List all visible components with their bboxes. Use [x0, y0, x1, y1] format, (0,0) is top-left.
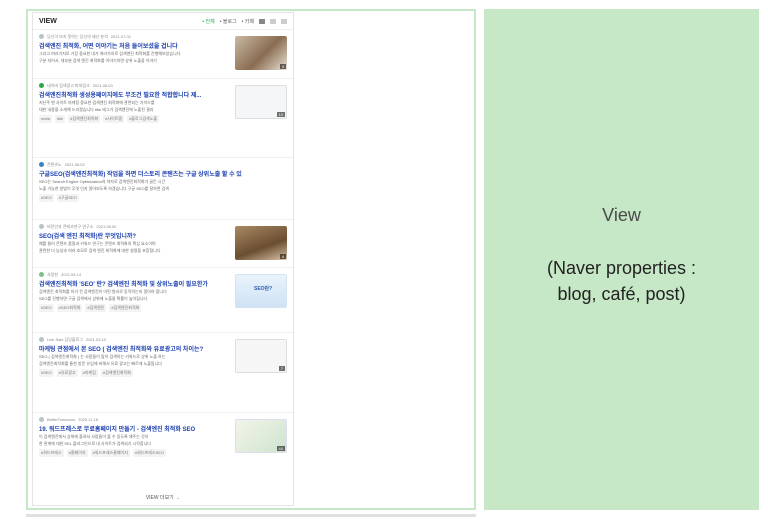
item-tags: #SEO #구글SEO: [39, 194, 287, 202]
item-title[interactable]: 검색엔진최적화 'SEO' 란? 검색엔진 최적화 및 상위노출이 필요한가: [39, 279, 227, 288]
item-date: 2021.08.02: [96, 224, 117, 229]
item-desc: SEO는 Search Engine Optimization의 약자로 검색엔…: [39, 179, 166, 184]
list-item[interactable]: 콘텐츠노 2021.06.02 구글SEO(검색엔진최적화) 작업을 하면 더스토…: [33, 158, 293, 220]
filter-all[interactable]: • 전체: [202, 18, 214, 25]
list-view-icon[interactable]: [259, 18, 265, 24]
thumb-count-badge: 44: [276, 446, 285, 451]
avatar: [39, 337, 44, 342]
view-more-button[interactable]: VIEW 더보기 →: [33, 494, 293, 501]
item-desc: 지난주 맨 사이트 마케팅 중요한 검색엔진 최적화에 관련되는 가이드를: [39, 100, 155, 105]
item-thumbnail[interactable]: 10: [235, 85, 287, 119]
view-callout-box: View (Naver properties : blog, café, pos…: [484, 9, 759, 510]
item-title[interactable]: 검색엔진최적화 생성용페이지에도 무조건 필요한 적합합니다 제...: [39, 90, 227, 99]
item-date: 2021.03.10: [85, 337, 106, 342]
item-date: 2021.08.03: [92, 83, 113, 88]
tag[interactable]: meta: [39, 115, 52, 123]
item-thumbnail[interactable]: 3: [235, 36, 287, 70]
item-desc: 대한 내용을 소개해 드리겠습니다 title 태그가 검색엔진에 노출된 결과: [39, 106, 154, 112]
tag[interactable]: #워드프레스SEO: [132, 449, 167, 457]
tag[interactable]: #SEO: [39, 304, 54, 312]
panel-header: VIEW • 전체 • 블로그 • 카페: [33, 13, 293, 30]
tag[interactable]: #블로그검색노출: [127, 115, 160, 123]
thumb-count-badge: 3: [279, 64, 286, 69]
item-desc: 검색엔진최적화를 통한 방문 유입에 비해서 유료 광고는 빠르게 노출됩니다: [39, 360, 162, 366]
callout-subtitle-line1: (Naver properties :: [546, 258, 697, 278]
tag[interactable]: #검색엔진: [85, 304, 107, 312]
item-thumbnail[interactable]: 44: [235, 419, 287, 453]
item-date: 2021.06.02: [64, 162, 85, 167]
item-source[interactable]: Link Sale 담당블로그: [47, 337, 83, 343]
item-source[interactable]: 네이버 검색광고 파워링크: [47, 83, 90, 89]
tag[interactable]: #사이트맵: [103, 115, 125, 123]
tag[interactable]: #SEO: [39, 369, 54, 377]
item-title[interactable]: 검색엔진 최적화, 어떤 이야기는 처음 들어보셨을 겁니다: [39, 41, 227, 50]
item-title[interactable]: 구글SEO(검색엔진최적화) 작업을 하면 더스토리 콘텐츠는 구글 상위노출 …: [39, 169, 287, 178]
list-item[interactable]: 사랑한 2021.06.14 검색엔진최적화 'SEO' 란? 검색엔진 최적화 …: [33, 268, 293, 333]
item-desc: 예를 들어 콘텐츠 품질과 키워드 연구는 콘텐츠 최적화의 핵심 요소이며: [39, 241, 156, 246]
tag[interactable]: #홈페이지: [66, 449, 88, 457]
tag[interactable]: #구글SEO: [56, 194, 79, 202]
item-desc: 관련한 더 능성과 여러 호모로 검색 엔진 최적화에 대한 설명을 포함합니다: [39, 247, 161, 253]
item-desc: 구분 지어서, 대부분 검색 엔진 최적화를 이야기하면 상위 노출을 이야기: [39, 57, 157, 63]
tag[interactable]: #유료광고: [56, 369, 78, 377]
tag[interactable]: #검색엔진최적화: [100, 369, 133, 377]
item-date: 2021.06.14: [61, 272, 82, 277]
item-source[interactable]: 콘텐츠노: [47, 162, 62, 168]
tag[interactable]: #워드프레스홈페이지: [90, 449, 130, 457]
thumb-count-badge: 4: [279, 254, 286, 259]
avatar: [39, 83, 44, 88]
item-desc: 노출 가능한 방법이 무엇 인지 알아보도록 하겠습니다 구글 SEO를 잘하면…: [39, 185, 169, 191]
item-date: 2020.11.16: [78, 417, 98, 422]
callout-subtitle: (Naver properties : blog, café, post): [484, 255, 759, 307]
album-view-icon[interactable]: [281, 18, 287, 24]
tag[interactable]: #SEO최적화: [56, 304, 83, 312]
item-thumbnail[interactable]: 7: [235, 339, 287, 373]
item-title[interactable]: SEO(검색 엔진 최적화)란 무엇입니까?: [39, 231, 227, 240]
tag[interactable]: #검색엔진최적화: [68, 115, 101, 123]
naver-view-panel: VIEW • 전체 • 블로그 • 카페 당신이 보지 못하는 당신의 재산 분…: [32, 12, 294, 506]
list-item[interactable]: 비전인과 콘테츠연구 연구소 2021.08.02 SEO(검색 엔진 최적화)란…: [33, 220, 293, 268]
tag[interactable]: #SEO: [39, 194, 54, 202]
callout-title: View: [602, 205, 641, 225]
thumb-caption: SEO란?: [254, 286, 273, 292]
avatar: [39, 34, 44, 39]
item-title[interactable]: 19. 워드프레스로 무료홈페이지 만들기 - 검색엔진 최적화 SEO: [39, 424, 227, 433]
item-desc: SEO를 진행하면 구글 검색에서 상위에 노출될 확률이 높아집니다: [39, 295, 148, 301]
tag[interactable]: #워드프레스: [39, 449, 64, 457]
filter-cafe[interactable]: • 카페: [242, 18, 254, 25]
item-thumbnail[interactable]: 4: [235, 226, 287, 260]
item-thumbnail[interactable]: SEO란?: [235, 274, 287, 308]
item-desc: 이 검색엔진에서 상위에 올려서 사람들이 볼 수 있도록 해주는 것이: [39, 434, 149, 439]
avatar: [39, 224, 44, 229]
grid-view-icon[interactable]: [270, 18, 276, 24]
item-desc: 검색엔진 최적화를 하기 전 검색엔진이 어떤 원리로 동작하는지 알아야 합니…: [39, 289, 167, 294]
tag[interactable]: #마케팅: [80, 369, 98, 377]
avatar: [39, 417, 44, 422]
callout-subtitle-line2: blog, café, post): [557, 284, 686, 304]
tag[interactable]: #검색엔진최적화: [109, 304, 142, 312]
bottom-strip: [26, 514, 476, 517]
filter-blog[interactable]: • 블로그: [220, 18, 237, 25]
item-date: 2021.07.02: [110, 34, 131, 39]
tag[interactable]: title: [54, 115, 66, 123]
item-desc: 그리고 여러가지로 가장 중요한 내가 여러가지로 검색엔진 최적화를 진행해보…: [39, 51, 181, 56]
item-source[interactable]: 사랑한: [47, 272, 58, 278]
item-source[interactable]: 비전인과 콘테츠연구 연구소: [47, 224, 93, 230]
item-source[interactable]: BetterTomorrow: [47, 417, 75, 422]
thumb-count-badge: 10: [276, 112, 285, 117]
panel-filter-options: • 전체 • 블로그 • 카페: [202, 18, 287, 25]
list-item[interactable]: Link Sale 담당블로그 2021.03.10 마케팅 관점에서 본 SEO…: [33, 333, 293, 413]
thumb-count-badge: 7: [278, 366, 285, 371]
item-title[interactable]: 마케팅 관점에서 본 SEO ( 검색엔진 최적화와 유료광고의 차이는?: [39, 344, 227, 353]
item-desc: SEO ( 검색엔진최적화 ) 는 사람들이 많이 검색하는 키워드로 상위 노…: [39, 354, 166, 359]
item-desc: 한 관계에 대한 SEL 플러그인으로 내 사이트가 검색되기 시작합니다: [39, 440, 151, 446]
panel-title: VIEW: [39, 17, 57, 25]
list-item[interactable]: 네이버 검색광고 파워링크 2021.08.03 검색엔진최적화 생성용페이지에도…: [33, 79, 293, 158]
list-item[interactable]: BetterTomorrow 2020.11.16 19. 워드프레스로 무료홈페…: [33, 413, 293, 473]
avatar: [39, 162, 44, 167]
item-source[interactable]: 당신이 보지 못하는 당신의 재산 분석: [47, 34, 108, 40]
avatar: [39, 272, 44, 277]
list-item[interactable]: 당신이 보지 못하는 당신의 재산 분석 2021.07.02 검색엔진 최적화,…: [33, 30, 293, 79]
